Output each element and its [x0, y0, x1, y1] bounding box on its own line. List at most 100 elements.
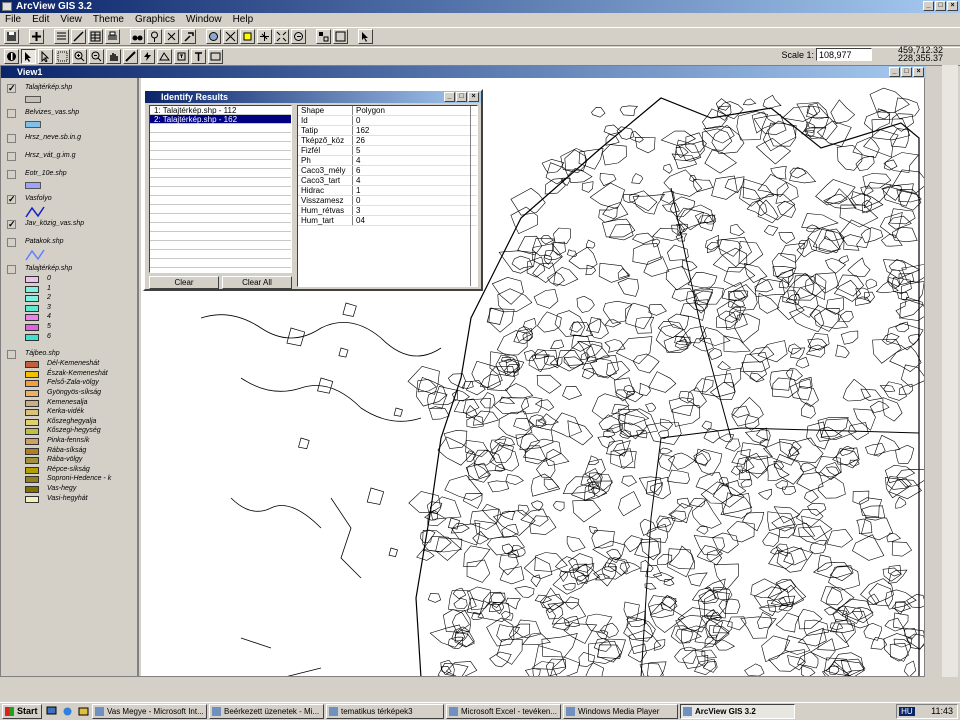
zoom-previous-button[interactable]: [291, 29, 306, 44]
soil-polygon[interactable]: [532, 243, 563, 269]
isolated-polygon[interactable]: [366, 487, 385, 505]
soil-polygon[interactable]: [505, 383, 534, 399]
language-indicator[interactable]: HU: [899, 707, 915, 716]
soil-polygon[interactable]: [529, 515, 557, 535]
soil-polygon[interactable]: [564, 149, 587, 174]
soil-polygon[interactable]: [567, 249, 578, 257]
soil-polygon[interactable]: [724, 438, 741, 452]
select-features-button[interactable]: [316, 29, 331, 44]
soil-polygon[interactable]: [650, 482, 663, 496]
soil-polygon[interactable]: [782, 486, 797, 495]
soil-polygon[interactable]: [891, 113, 914, 132]
soil-polygon[interactable]: [801, 213, 839, 230]
soil-polygon[interactable]: [652, 572, 675, 582]
select-feature-tool-button[interactable]: [55, 49, 70, 64]
soil-polygon[interactable]: [715, 98, 731, 111]
soil-polygon[interactable]: [842, 378, 872, 402]
soil-polygon[interactable]: [797, 627, 827, 647]
maximize-button[interactable]: □: [935, 1, 946, 11]
soil-polygon[interactable]: [805, 344, 826, 358]
pointer-tool-button[interactable]: [21, 49, 36, 64]
soil-polygon[interactable]: [454, 629, 469, 642]
soil-polygon[interactable]: [843, 234, 863, 251]
quicklaunch-outlook-icon[interactable]: [76, 705, 90, 719]
soil-polygon[interactable]: [768, 649, 806, 672]
open-table-button[interactable]: [88, 29, 103, 44]
soil-polygon[interactable]: [763, 441, 800, 466]
soil-polygon[interactable]: [541, 158, 565, 174]
soil-polygon[interactable]: [744, 663, 765, 676]
soil-polygon[interactable]: [895, 321, 910, 333]
soil-polygon[interactable]: [453, 597, 468, 610]
soil-polygon[interactable]: [817, 476, 846, 499]
soil-polygon[interactable]: [886, 532, 902, 543]
soil-polygon[interactable]: [814, 308, 840, 332]
soil-polygon[interactable]: [522, 331, 533, 342]
soil-polygon[interactable]: [655, 324, 692, 353]
soil-polygon[interactable]: [501, 523, 519, 539]
soil-polygon[interactable]: [496, 330, 528, 356]
soil-polygon[interactable]: [489, 438, 507, 455]
soil-polygon[interactable]: [416, 549, 435, 561]
soil-polygon[interactable]: [676, 207, 704, 231]
zoom-out-button[interactable]: [274, 29, 289, 44]
soil-polygon[interactable]: [840, 330, 859, 345]
soil-polygon[interactable]: [634, 541, 661, 559]
taskbar-button[interactable]: Windows Media Player: [563, 704, 678, 719]
soil-polygon[interactable]: [652, 238, 661, 248]
soil-polygon[interactable]: [796, 237, 817, 258]
soil-polygon[interactable]: [701, 649, 717, 659]
start-button[interactable]: Start: [2, 704, 42, 719]
theme-visibility-checkbox[interactable]: [7, 134, 16, 143]
soil-polygon[interactable]: [658, 454, 676, 472]
soil-polygon[interactable]: [498, 411, 533, 439]
soil-polygon[interactable]: [549, 356, 563, 369]
soil-polygon[interactable]: [708, 347, 723, 360]
soil-polygon[interactable]: [718, 433, 734, 443]
soil-polygon[interactable]: [550, 339, 565, 349]
soil-polygon[interactable]: [790, 347, 806, 359]
soil-polygon[interactable]: [806, 421, 830, 450]
soil-polygon[interactable]: [711, 175, 738, 200]
soil-polygon[interactable]: [540, 235, 554, 245]
soil-polygon[interactable]: [448, 590, 477, 612]
soil-polygon[interactable]: [639, 518, 657, 536]
soil-polygon[interactable]: [703, 427, 720, 444]
soil-polygon[interactable]: [572, 564, 601, 585]
soil-polygon[interactable]: [634, 136, 656, 154]
soil-polygon[interactable]: [803, 489, 819, 504]
soil-polygon[interactable]: [869, 87, 910, 114]
print-button[interactable]: [105, 29, 120, 44]
soil-polygon[interactable]: [769, 369, 794, 391]
soil-polygon[interactable]: [617, 278, 639, 297]
soil-polygon[interactable]: [852, 534, 885, 561]
soil-polygon[interactable]: [585, 662, 605, 676]
soil-polygon[interactable]: [534, 552, 568, 572]
theme-visibility-checkbox[interactable]: ✓: [7, 195, 16, 204]
soil-polygon[interactable]: [889, 345, 922, 372]
soil-polygon[interactable]: [606, 439, 626, 456]
soil-polygon[interactable]: [817, 417, 849, 438]
soil-polygon[interactable]: [663, 169, 703, 197]
soil-polygon[interactable]: [757, 174, 789, 197]
soil-polygon[interactable]: [663, 163, 673, 174]
soil-polygon[interactable]: [829, 565, 854, 582]
soil-polygon[interactable]: [695, 472, 725, 495]
soil-polygon[interactable]: [559, 571, 568, 583]
soil-polygon[interactable]: [682, 649, 706, 669]
soil-polygon[interactable]: [825, 297, 844, 315]
soil-polygon[interactable]: [742, 98, 757, 106]
soil-polygon[interactable]: [568, 246, 598, 270]
clear-all-button[interactable]: Clear All: [222, 276, 292, 289]
soil-polygon[interactable]: [726, 521, 755, 543]
soil-polygon[interactable]: [773, 506, 801, 524]
soil-polygon[interactable]: [553, 266, 579, 286]
soil-polygon[interactable]: [666, 469, 690, 484]
theme-visibility-checkbox[interactable]: [7, 170, 16, 179]
soil-polygon[interactable]: [844, 610, 869, 629]
soil-polygon[interactable]: [795, 356, 810, 369]
soil-polygon[interactable]: [632, 243, 662, 265]
theme-visibility-checkbox[interactable]: [7, 350, 16, 360]
soil-polygon[interactable]: [902, 627, 924, 650]
soil-polygon[interactable]: [757, 199, 779, 224]
